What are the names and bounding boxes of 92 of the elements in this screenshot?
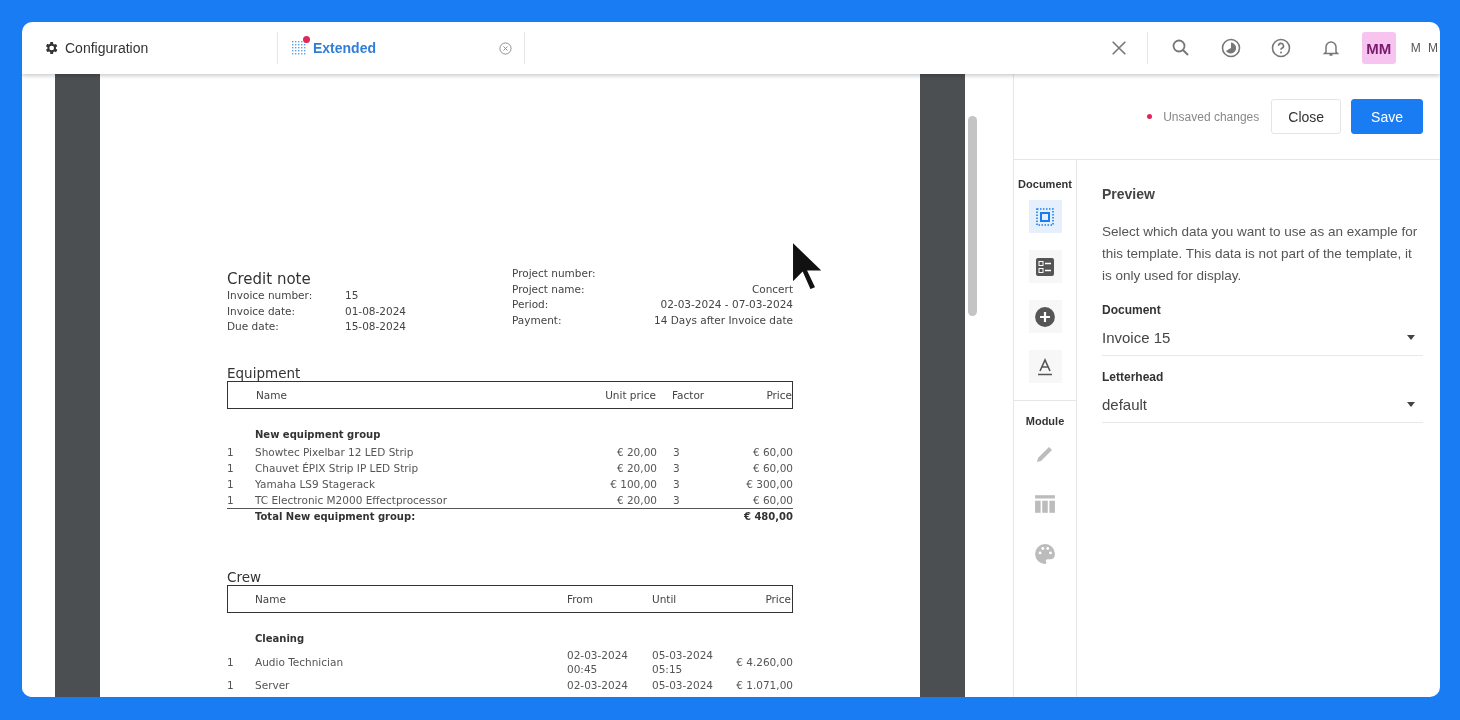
table-cell-text: € 20,00 bbox=[615, 444, 657, 460]
info-label: Project name: bbox=[512, 281, 585, 297]
rail-button[interactable] bbox=[1028, 200, 1062, 233]
table-cell-text: € 20,00 bbox=[615, 492, 657, 508]
info-value: 02-03-2024 - 07-03-2024 bbox=[660, 297, 793, 312]
info-value: 01-08-2024 bbox=[345, 303, 408, 319]
close-icon[interactable] bbox=[499, 41, 512, 55]
table-cell-text: 3 bbox=[672, 444, 681, 460]
action-button[interactable]: Save bbox=[1351, 99, 1423, 134]
close-icon[interactable] bbox=[1109, 39, 1128, 57]
table-cell-text: 1 bbox=[227, 654, 235, 669]
table-cell-text: € 60,00 bbox=[751, 492, 793, 508]
column-header: Price bbox=[764, 592, 791, 605]
scrollbar-thumb[interactable] bbox=[968, 116, 977, 316]
table-icon bbox=[1034, 492, 1056, 515]
document-title: Credit note bbox=[227, 270, 312, 288]
caret-icon bbox=[1407, 335, 1415, 340]
table-cell-text: 1 bbox=[227, 444, 235, 460]
info-label: Project number: bbox=[512, 266, 596, 281]
total-label: Total New equipment group: bbox=[255, 509, 417, 524]
select-field[interactable]: Invoice 15 bbox=[1102, 325, 1423, 356]
tab[interactable]: Configuration bbox=[22, 32, 278, 64]
column-header: Name bbox=[256, 388, 288, 401]
table-cell-text: 02-03-2024 bbox=[567, 677, 630, 692]
action-button[interactable]: Close bbox=[1271, 99, 1342, 134]
info-label: Invoice number: bbox=[227, 288, 314, 303]
pie-chart-icon[interactable] bbox=[1220, 38, 1241, 58]
table-cell-text: € 1.071,00 bbox=[735, 677, 793, 692]
table-cell-text: € 20,00 bbox=[615, 460, 657, 476]
info-label: Payment: bbox=[512, 312, 562, 328]
help-icon[interactable] bbox=[1270, 38, 1291, 58]
palette-icon bbox=[1034, 542, 1056, 565]
caret-icon bbox=[1407, 402, 1415, 407]
table-cell-text: € 300,00 bbox=[745, 476, 793, 492]
table-cell-text: € 60,00 bbox=[751, 444, 793, 460]
column-header: From bbox=[567, 592, 594, 605]
info-label: Due date: bbox=[227, 319, 280, 334]
table-cell-text: 3 bbox=[672, 460, 681, 476]
rail-section-title: Document bbox=[1017, 178, 1073, 190]
column-header: Name bbox=[255, 592, 287, 605]
info-value: 14 Days after Invoice date bbox=[654, 312, 793, 328]
info-label: Period: bbox=[512, 297, 549, 312]
frame-icon bbox=[1035, 206, 1055, 227]
table-cell-text: 05-03-2024 05:15 bbox=[652, 647, 715, 676]
group-title: Cleaning bbox=[255, 632, 306, 644]
field-label: Letterhead bbox=[1102, 370, 1165, 384]
table-cell-text: 3 bbox=[672, 476, 681, 492]
table-cell-text: 05-03-2024 bbox=[652, 677, 715, 692]
table-cell-text: TC Electronic M2000 Effectprocessor bbox=[255, 492, 448, 508]
table-cell-text: Chauvet ÉPIX Strip IP LED Strip bbox=[255, 460, 420, 476]
table-cell-text: 1 bbox=[227, 492, 235, 508]
table-cell-text: Audio Technician bbox=[255, 654, 345, 669]
info-value: 15-08-2024 bbox=[345, 319, 408, 334]
field-label: Document bbox=[1102, 303, 1162, 317]
table-cell-text: Yamaha LS9 Stagerack bbox=[255, 476, 376, 492]
gear-icon bbox=[43, 40, 59, 56]
add-icon bbox=[1034, 305, 1056, 328]
table-cell-text: € 100,00 bbox=[609, 476, 657, 492]
table-cell-text: 1 bbox=[227, 677, 235, 692]
select-field[interactable]: default bbox=[1102, 392, 1423, 423]
checklist-icon bbox=[1035, 256, 1055, 277]
table-cell-text: 1 bbox=[227, 460, 235, 476]
rail-button[interactable] bbox=[1028, 300, 1062, 333]
info-value: 15 bbox=[345, 288, 360, 303]
panel-heading: Preview bbox=[1102, 186, 1156, 202]
tab[interactable]: Extended bbox=[278, 32, 525, 64]
bell-icon[interactable] bbox=[1320, 38, 1341, 58]
table-cell-text: Server bbox=[255, 677, 291, 692]
info-label: Invoice date: bbox=[227, 303, 297, 319]
status-text: Unsaved changes bbox=[1163, 109, 1260, 124]
table-cell-text: 02-03-2024 00:45 bbox=[567, 647, 630, 676]
table-cell-text: 3 bbox=[672, 492, 681, 508]
group-title: New equipment group bbox=[255, 428, 382, 440]
total-value: € 480,00 bbox=[742, 509, 793, 524]
rail-button[interactable] bbox=[1028, 350, 1062, 383]
table-cell-text: Showtec Pixelbar 12 LED Strip bbox=[255, 444, 415, 460]
search-icon[interactable] bbox=[1170, 38, 1191, 58]
section-title: Crew bbox=[227, 568, 263, 585]
rail-button[interactable] bbox=[1028, 250, 1062, 283]
text-icon bbox=[1035, 356, 1055, 377]
user-name: M M bbox=[1410, 41, 1440, 55]
table-cell-text: € 4.260,00 bbox=[735, 654, 793, 669]
column-header: Unit price bbox=[604, 388, 656, 401]
info-value: Concert bbox=[751, 281, 793, 297]
description-text: Select which data you want to use as an example for this template. This data is not part of the template, it is only used for display. bbox=[1102, 223, 1419, 285]
user-avatar[interactable]: MM bbox=[1361, 32, 1396, 64]
rail-section-title: Module bbox=[1024, 415, 1066, 427]
section-title: Equipment bbox=[227, 364, 302, 381]
table-cell-text: € 60,00 bbox=[751, 460, 793, 476]
column-header: Until bbox=[652, 592, 678, 605]
table-cell-text: 1 bbox=[227, 476, 235, 492]
status-dot bbox=[1147, 114, 1153, 119]
